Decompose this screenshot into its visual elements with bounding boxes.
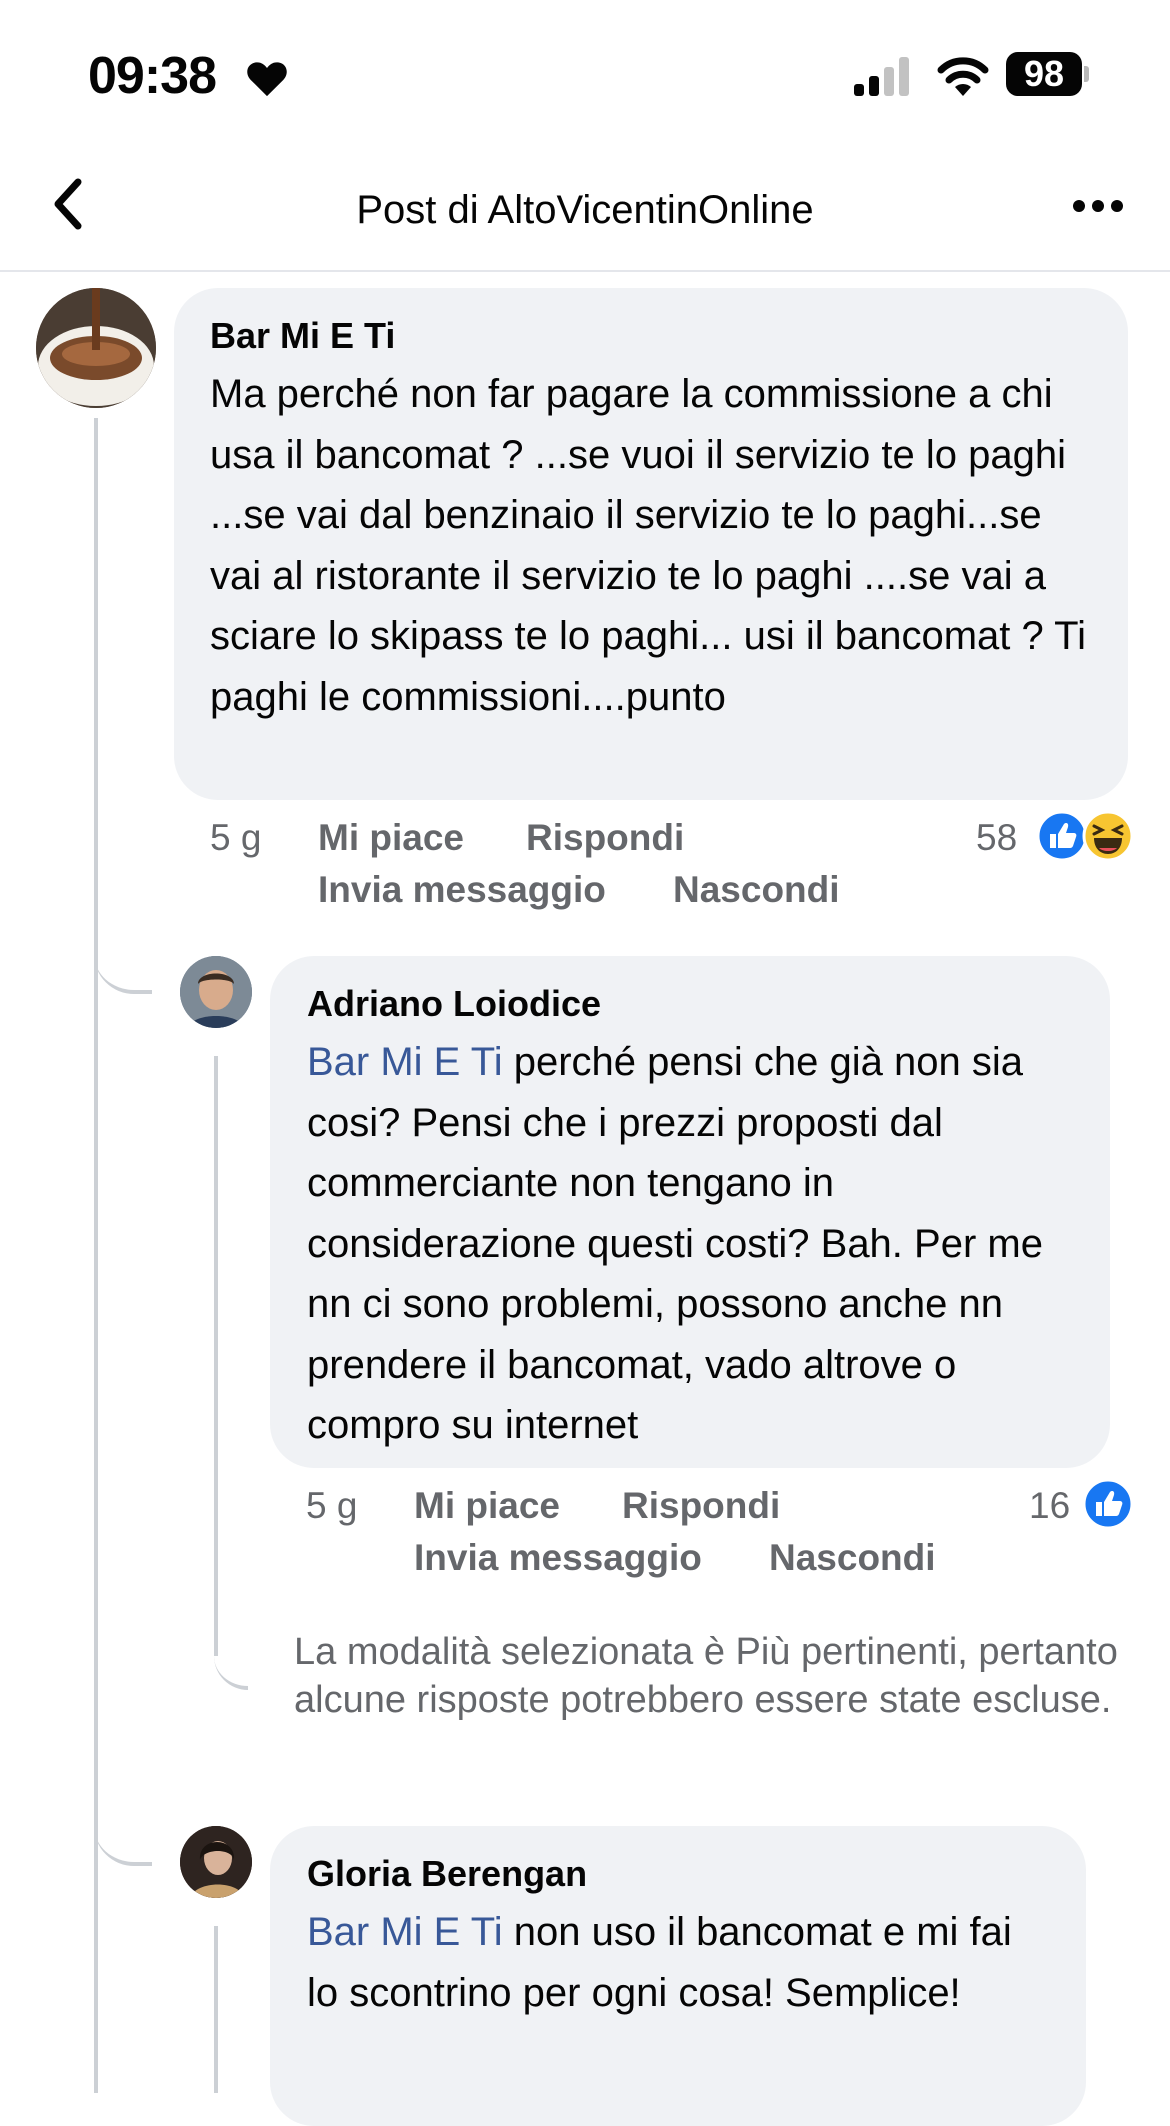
reply-button[interactable]: Rispondi	[526, 816, 684, 860]
hide-button[interactable]: Nascondi	[769, 1536, 936, 1580]
avatar[interactable]	[36, 288, 156, 408]
hide-button[interactable]: Nascondi	[673, 868, 840, 912]
reaction-count[interactable]: 58	[976, 816, 1017, 860]
comment-author[interactable]: Bar Mi E Ti	[210, 316, 1092, 356]
reaction-count[interactable]: 16	[1029, 1484, 1070, 1528]
hide-label[interactable]: Nascondi	[769, 1537, 936, 1578]
thread-connector-reply-2	[94, 1810, 152, 1866]
wifi-icon	[937, 57, 989, 96]
battery-indicator: 98	[1006, 52, 1082, 96]
like-reaction-icon[interactable]	[1036, 810, 1088, 862]
more-options-icon[interactable]	[1072, 198, 1124, 214]
mention-link[interactable]: Bar Mi E Ti	[307, 1040, 503, 1084]
battery-tip	[1084, 66, 1089, 82]
thread-connector-note	[214, 1640, 248, 1690]
avatar[interactable]	[180, 956, 252, 1028]
reply-label[interactable]: Rispondi	[526, 817, 684, 858]
like-button[interactable]: Mi piace	[414, 1484, 560, 1528]
hide-label[interactable]: Nascondi	[673, 869, 840, 910]
thread-line-reply-2	[214, 1926, 218, 2093]
page-title: Post di AltoVicentinOnline	[356, 188, 814, 232]
comment-time[interactable]: 5 g	[306, 1484, 357, 1528]
send-message-label[interactable]: Invia messaggio	[318, 869, 606, 910]
reply-label[interactable]: Rispondi	[622, 1485, 780, 1526]
comment-text: perché pensi che già non sia cosi? Pensi…	[307, 1040, 1043, 1447]
filter-note: La modalità selezionata è Più pertinenti…	[294, 1631, 1118, 1721]
like-label[interactable]: Mi piace	[318, 817, 464, 858]
send-message-button[interactable]: Invia messaggio	[318, 868, 606, 912]
like-button[interactable]: Mi piace	[318, 816, 464, 860]
comment-bubble[interactable]: Bar Mi E Ti Ma perché non far pagare la …	[174, 288, 1128, 800]
thread-connector-reply-1	[94, 938, 152, 994]
comment-time[interactable]: 5 g	[210, 816, 261, 860]
comment-author[interactable]: Gloria Berengan	[307, 1854, 1049, 1894]
like-reaction-icon[interactable]	[1082, 1478, 1134, 1530]
reply-button[interactable]: Rispondi	[622, 1484, 780, 1528]
profile-photo-image	[180, 956, 252, 1028]
comment-body: Bar Mi E Ti perché pensi che già non sia…	[307, 1032, 1073, 1456]
avatar[interactable]	[180, 1826, 252, 1898]
haha-reaction-icon[interactable]	[1082, 810, 1134, 862]
comment-body: Bar Mi E Ti non uso il bancomat e mi fai…	[307, 1902, 1049, 2023]
cellular-signal-icon	[854, 57, 909, 96]
thread-line-reply	[214, 1056, 218, 1656]
send-message-label[interactable]: Invia messaggio	[414, 1537, 702, 1578]
comment-bubble[interactable]: Gloria Berengan Bar Mi E Ti non uso il b…	[270, 1826, 1086, 2126]
mention-link[interactable]: Bar Mi E Ti	[307, 1910, 503, 1954]
profile-photo-image	[180, 1826, 252, 1898]
heart-icon	[247, 62, 287, 97]
send-message-button[interactable]: Invia messaggio	[414, 1536, 702, 1580]
header-divider	[0, 270, 1170, 272]
like-label[interactable]: Mi piace	[414, 1485, 560, 1526]
comment-text: Ma perché non far pagare la commissione …	[210, 372, 1086, 719]
coffee-cup-image	[36, 288, 156, 408]
comment-bubble[interactable]: Adriano Loiodice Bar Mi E Ti perché pens…	[270, 956, 1110, 1468]
comment-author[interactable]: Adriano Loiodice	[307, 984, 1073, 1024]
status-time: 09:38	[88, 47, 217, 105]
